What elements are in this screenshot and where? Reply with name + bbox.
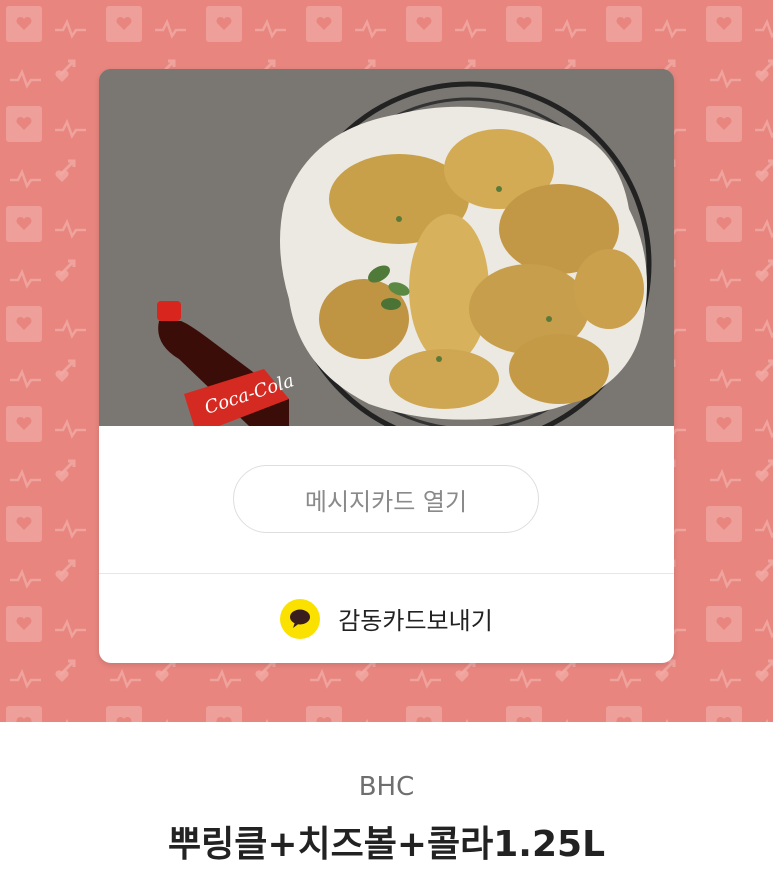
product-image: Coca-Cola: [99, 69, 674, 426]
send-card-button[interactable]: 감동카드보내기: [99, 574, 674, 663]
gift-card: Coca-Cola 메시지카드 열기 감동카드보내기: [99, 69, 674, 663]
open-message-card-button[interactable]: 메시지카드 열기: [233, 465, 539, 533]
brand-name: BHC: [358, 772, 415, 802]
product-name: 뿌링클+치즈볼+콜라1.25L: [167, 824, 606, 865]
kakao-talk-icon: [280, 598, 321, 639]
send-card-label: 감동카드보내기: [338, 607, 493, 635]
